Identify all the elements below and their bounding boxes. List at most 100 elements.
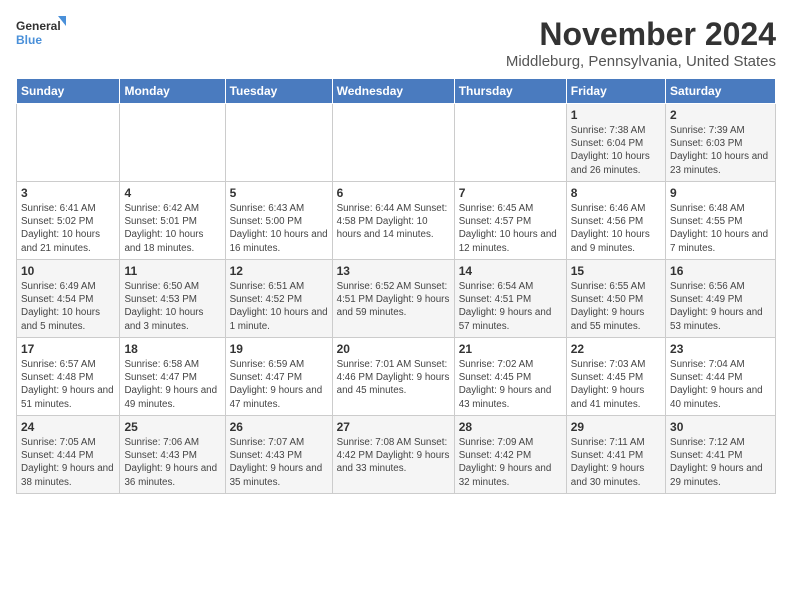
svg-text:General: General [16, 19, 61, 33]
calendar-week-row: 1Sunrise: 7:38 AM Sunset: 6:04 PM Daylig… [17, 104, 776, 182]
title-area: November 2024 Middleburg, Pennsylvania, … [506, 16, 776, 70]
calendar-page: General Blue November 2024 Middleburg, P… [0, 0, 792, 502]
table-row [332, 104, 454, 182]
day-info: Sunrise: 7:03 AM Sunset: 4:45 PM Dayligh… [571, 358, 661, 411]
day-info: Sunrise: 7:12 AM Sunset: 4:41 PM Dayligh… [670, 436, 771, 489]
table-row: 2 Sunrise: 7:39 AM Sunset: 6:03 PM Daylig… [666, 104, 776, 182]
day-info: Sunrise: 7:11 AM Sunset: 4:41 PM Dayligh… [571, 436, 661, 489]
table-row: 1Sunrise: 7:38 AM Sunset: 6:04 PM Daylig… [566, 104, 665, 182]
table-row: 15 Sunrise: 6:55 AM Sunset: 4:50 PM Dayli… [566, 260, 665, 338]
table-row: 29 Sunrise: 7:11 AM Sunset: 4:41 PM Dayli… [566, 416, 665, 494]
day-number: 6 [337, 186, 450, 200]
day-number: 28 [459, 420, 562, 434]
day-number: 29 [571, 420, 661, 434]
header: General Blue November 2024 Middleburg, P… [16, 16, 776, 70]
day-info: Sunrise: 6:45 AM Sunset: 4:57 PM Dayligh… [459, 202, 562, 255]
day-info: Sunrise: 6:50 AM Sunset: 4:53 PM Dayligh… [124, 280, 220, 333]
day-info: Sunrise: 6:43 AM Sunset: 5:00 PM Dayligh… [230, 202, 328, 255]
table-row: 24 Sunrise: 7:05 AM Sunset: 4:44 PM Dayli… [17, 416, 120, 494]
table-row: 30 Sunrise: 7:12 AM Sunset: 4:41 PM Dayli… [666, 416, 776, 494]
day-number: 27 [337, 420, 450, 434]
calendar-week-row: 17Sunrise: 6:57 AM Sunset: 4:48 PM Dayli… [17, 338, 776, 416]
calendar-week-row: 10 Sunrise: 6:49 AM Sunset: 4:54 PM Dayli… [17, 260, 776, 338]
day-info: Sunrise: 6:46 AM Sunset: 4:56 PM Dayligh… [571, 202, 661, 255]
table-row: 3 Sunrise: 6:41 AM Sunset: 5:02 PM Daylig… [17, 182, 120, 260]
header-thursday: Thursday [454, 79, 566, 104]
day-info: Sunrise: 7:09 AM Sunset: 4:42 PM Dayligh… [459, 436, 562, 489]
day-number: 16 [670, 264, 771, 278]
day-number: 13 [337, 264, 450, 278]
day-info: Sunrise: 6:41 AM Sunset: 5:02 PM Dayligh… [21, 202, 115, 255]
day-number: 11 [124, 264, 220, 278]
day-number: 23 [670, 342, 771, 356]
table-row: 20 Sunrise: 7:01 AM Sunset: 4:46 PM Dayli… [332, 338, 454, 416]
day-info: Sunrise: 7:39 AM Sunset: 6:03 PM Dayligh… [670, 124, 771, 177]
day-number: 25 [124, 420, 220, 434]
day-number: 4 [124, 186, 220, 200]
calendar-table: Sunday Monday Tuesday Wednesday Thursday… [16, 78, 776, 494]
day-info: Sunrise: 6:42 AM Sunset: 5:01 PM Dayligh… [124, 202, 220, 255]
table-row: 13 Sunrise: 6:52 AM Sunset: 4:51 PM Dayli… [332, 260, 454, 338]
table-row: 6 Sunrise: 6:44 AM Sunset: 4:58 PM Daylig… [332, 182, 454, 260]
day-info: Sunrise: 6:54 AM Sunset: 4:51 PM Dayligh… [459, 280, 562, 333]
day-info: Sunrise: 6:56 AM Sunset: 4:49 PM Dayligh… [670, 280, 771, 333]
day-number: 20 [337, 342, 450, 356]
table-row: 17Sunrise: 6:57 AM Sunset: 4:48 PM Dayli… [17, 338, 120, 416]
day-number: 14 [459, 264, 562, 278]
day-number: 7 [459, 186, 562, 200]
day-info: Sunrise: 7:07 AM Sunset: 4:43 PM Dayligh… [230, 436, 328, 489]
day-info: Sunrise: 7:08 AM Sunset: 4:42 PM Dayligh… [337, 436, 450, 476]
page-subtitle: Middleburg, Pennsylvania, United States [506, 53, 776, 70]
table-row: 26Sunrise: 7:07 AM Sunset: 4:43 PM Dayli… [225, 416, 332, 494]
table-row: 19Sunrise: 6:59 AM Sunset: 4:47 PM Dayli… [225, 338, 332, 416]
header-sunday: Sunday [17, 79, 120, 104]
logo: General Blue [16, 16, 66, 52]
header-tuesday: Tuesday [225, 79, 332, 104]
day-number: 3 [21, 186, 115, 200]
day-info: Sunrise: 7:01 AM Sunset: 4:46 PM Dayligh… [337, 358, 450, 398]
table-row: 22 Sunrise: 7:03 AM Sunset: 4:45 PM Dayli… [566, 338, 665, 416]
table-row: 7 Sunrise: 6:45 AM Sunset: 4:57 PM Daylig… [454, 182, 566, 260]
day-info: Sunrise: 6:44 AM Sunset: 4:58 PM Dayligh… [337, 202, 450, 242]
table-row: 21 Sunrise: 7:02 AM Sunset: 4:45 PM Dayli… [454, 338, 566, 416]
day-info: Sunrise: 6:49 AM Sunset: 4:54 PM Dayligh… [21, 280, 115, 333]
table-row: 28 Sunrise: 7:09 AM Sunset: 4:42 PM Dayli… [454, 416, 566, 494]
day-info: Sunrise: 6:48 AM Sunset: 4:55 PM Dayligh… [670, 202, 771, 255]
table-row: 16 Sunrise: 6:56 AM Sunset: 4:49 PM Dayli… [666, 260, 776, 338]
day-info: Sunrise: 7:04 AM Sunset: 4:44 PM Dayligh… [670, 358, 771, 411]
page-title: November 2024 [506, 16, 776, 53]
header-monday: Monday [120, 79, 225, 104]
day-number: 8 [571, 186, 661, 200]
day-number: 24 [21, 420, 115, 434]
table-row: 10 Sunrise: 6:49 AM Sunset: 4:54 PM Dayli… [17, 260, 120, 338]
day-number: 5 [230, 186, 328, 200]
day-number: 15 [571, 264, 661, 278]
table-row: 8 Sunrise: 6:46 AM Sunset: 4:56 PM Daylig… [566, 182, 665, 260]
day-info: Sunrise: 6:55 AM Sunset: 4:50 PM Dayligh… [571, 280, 661, 333]
table-row: 25Sunrise: 7:06 AM Sunset: 4:43 PM Dayli… [120, 416, 225, 494]
day-info: Sunrise: 7:02 AM Sunset: 4:45 PM Dayligh… [459, 358, 562, 411]
day-info: Sunrise: 7:05 AM Sunset: 4:44 PM Dayligh… [21, 436, 115, 489]
day-info: Sunrise: 6:58 AM Sunset: 4:47 PM Dayligh… [124, 358, 220, 411]
calendar-body: 1Sunrise: 7:38 AM Sunset: 6:04 PM Daylig… [17, 104, 776, 494]
table-row: 4 Sunrise: 6:42 AM Sunset: 5:01 PM Daylig… [120, 182, 225, 260]
table-row [17, 104, 120, 182]
day-number: 1 [571, 108, 661, 122]
table-row: 27 Sunrise: 7:08 AM Sunset: 4:42 PM Dayli… [332, 416, 454, 494]
day-info: Sunrise: 6:51 AM Sunset: 4:52 PM Dayligh… [230, 280, 328, 333]
calendar-week-row: 24 Sunrise: 7:05 AM Sunset: 4:44 PM Dayli… [17, 416, 776, 494]
table-row: 14 Sunrise: 6:54 AM Sunset: 4:51 PM Dayli… [454, 260, 566, 338]
day-number: 21 [459, 342, 562, 356]
day-number: 10 [21, 264, 115, 278]
day-number: 30 [670, 420, 771, 434]
day-number: 22 [571, 342, 661, 356]
table-row: 9 Sunrise: 6:48 AM Sunset: 4:55 PM Daylig… [666, 182, 776, 260]
day-number: 19 [230, 342, 328, 356]
day-info: Sunrise: 6:52 AM Sunset: 4:51 PM Dayligh… [337, 280, 450, 320]
table-row: 11 Sunrise: 6:50 AM Sunset: 4:53 PM Dayli… [120, 260, 225, 338]
day-number: 2 [670, 108, 771, 122]
svg-text:Blue: Blue [16, 33, 42, 47]
day-number: 12 [230, 264, 328, 278]
day-number: 18 [124, 342, 220, 356]
day-number: 9 [670, 186, 771, 200]
